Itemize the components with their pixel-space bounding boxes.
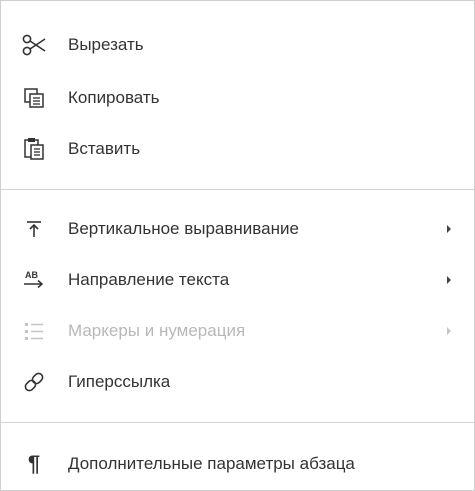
submenu-arrow-icon (447, 276, 451, 284)
menu-divider (1, 422, 474, 423)
scissors-icon (21, 32, 47, 58)
submenu-arrow-icon (447, 225, 451, 233)
menu-item-paragraph-settings[interactable]: ¶ Дополнительные параметры абзаца (1, 442, 474, 486)
menu-item-hyperlink[interactable]: Гиперссылка (1, 360, 474, 404)
menu-item-vertical-align-label: Вертикальное выравнивание (68, 219, 299, 238)
menu-item-cut[interactable]: Вырезать (1, 23, 474, 67)
context-menu: Вырезать Копировать Вставить Вертикально… (0, 0, 475, 491)
svg-text:AB: AB (25, 270, 38, 280)
copy-icon (21, 85, 47, 111)
menu-item-vertical-align[interactable]: Вертикальное выравнивание (1, 207, 474, 251)
menu-item-hyperlink-label: Гиперссылка (68, 372, 171, 391)
menu-item-paste-label: Вставить (68, 139, 141, 158)
menu-item-bullets-numbering-label: Маркеры и нумерация (68, 321, 246, 340)
menu-divider (1, 189, 474, 190)
paste-icon (21, 136, 47, 162)
vertical-align-top-icon (21, 216, 47, 242)
hyperlink-icon (21, 369, 47, 395)
menu-item-bullets-numbering: Маркеры и нумерация (1, 309, 474, 353)
menu-item-paragraph-settings-label: Дополнительные параметры абзаца (68, 454, 355, 473)
menu-item-copy[interactable]: Копировать (1, 76, 474, 120)
menu-item-text-direction[interactable]: AB Направление текста (1, 258, 474, 302)
menu-item-text-direction-label: Направление текста (68, 270, 230, 289)
submenu-arrow-icon (447, 327, 451, 335)
menu-item-cut-label: Вырезать (68, 35, 144, 54)
menu-item-copy-label: Копировать (68, 88, 160, 107)
bullets-list-icon (21, 318, 47, 344)
text-direction-icon: AB (21, 267, 47, 293)
menu-item-paste[interactable]: Вставить (1, 127, 474, 171)
pilcrow-icon: ¶ (21, 451, 47, 477)
pilcrow-glyph: ¶ (27, 451, 41, 476)
